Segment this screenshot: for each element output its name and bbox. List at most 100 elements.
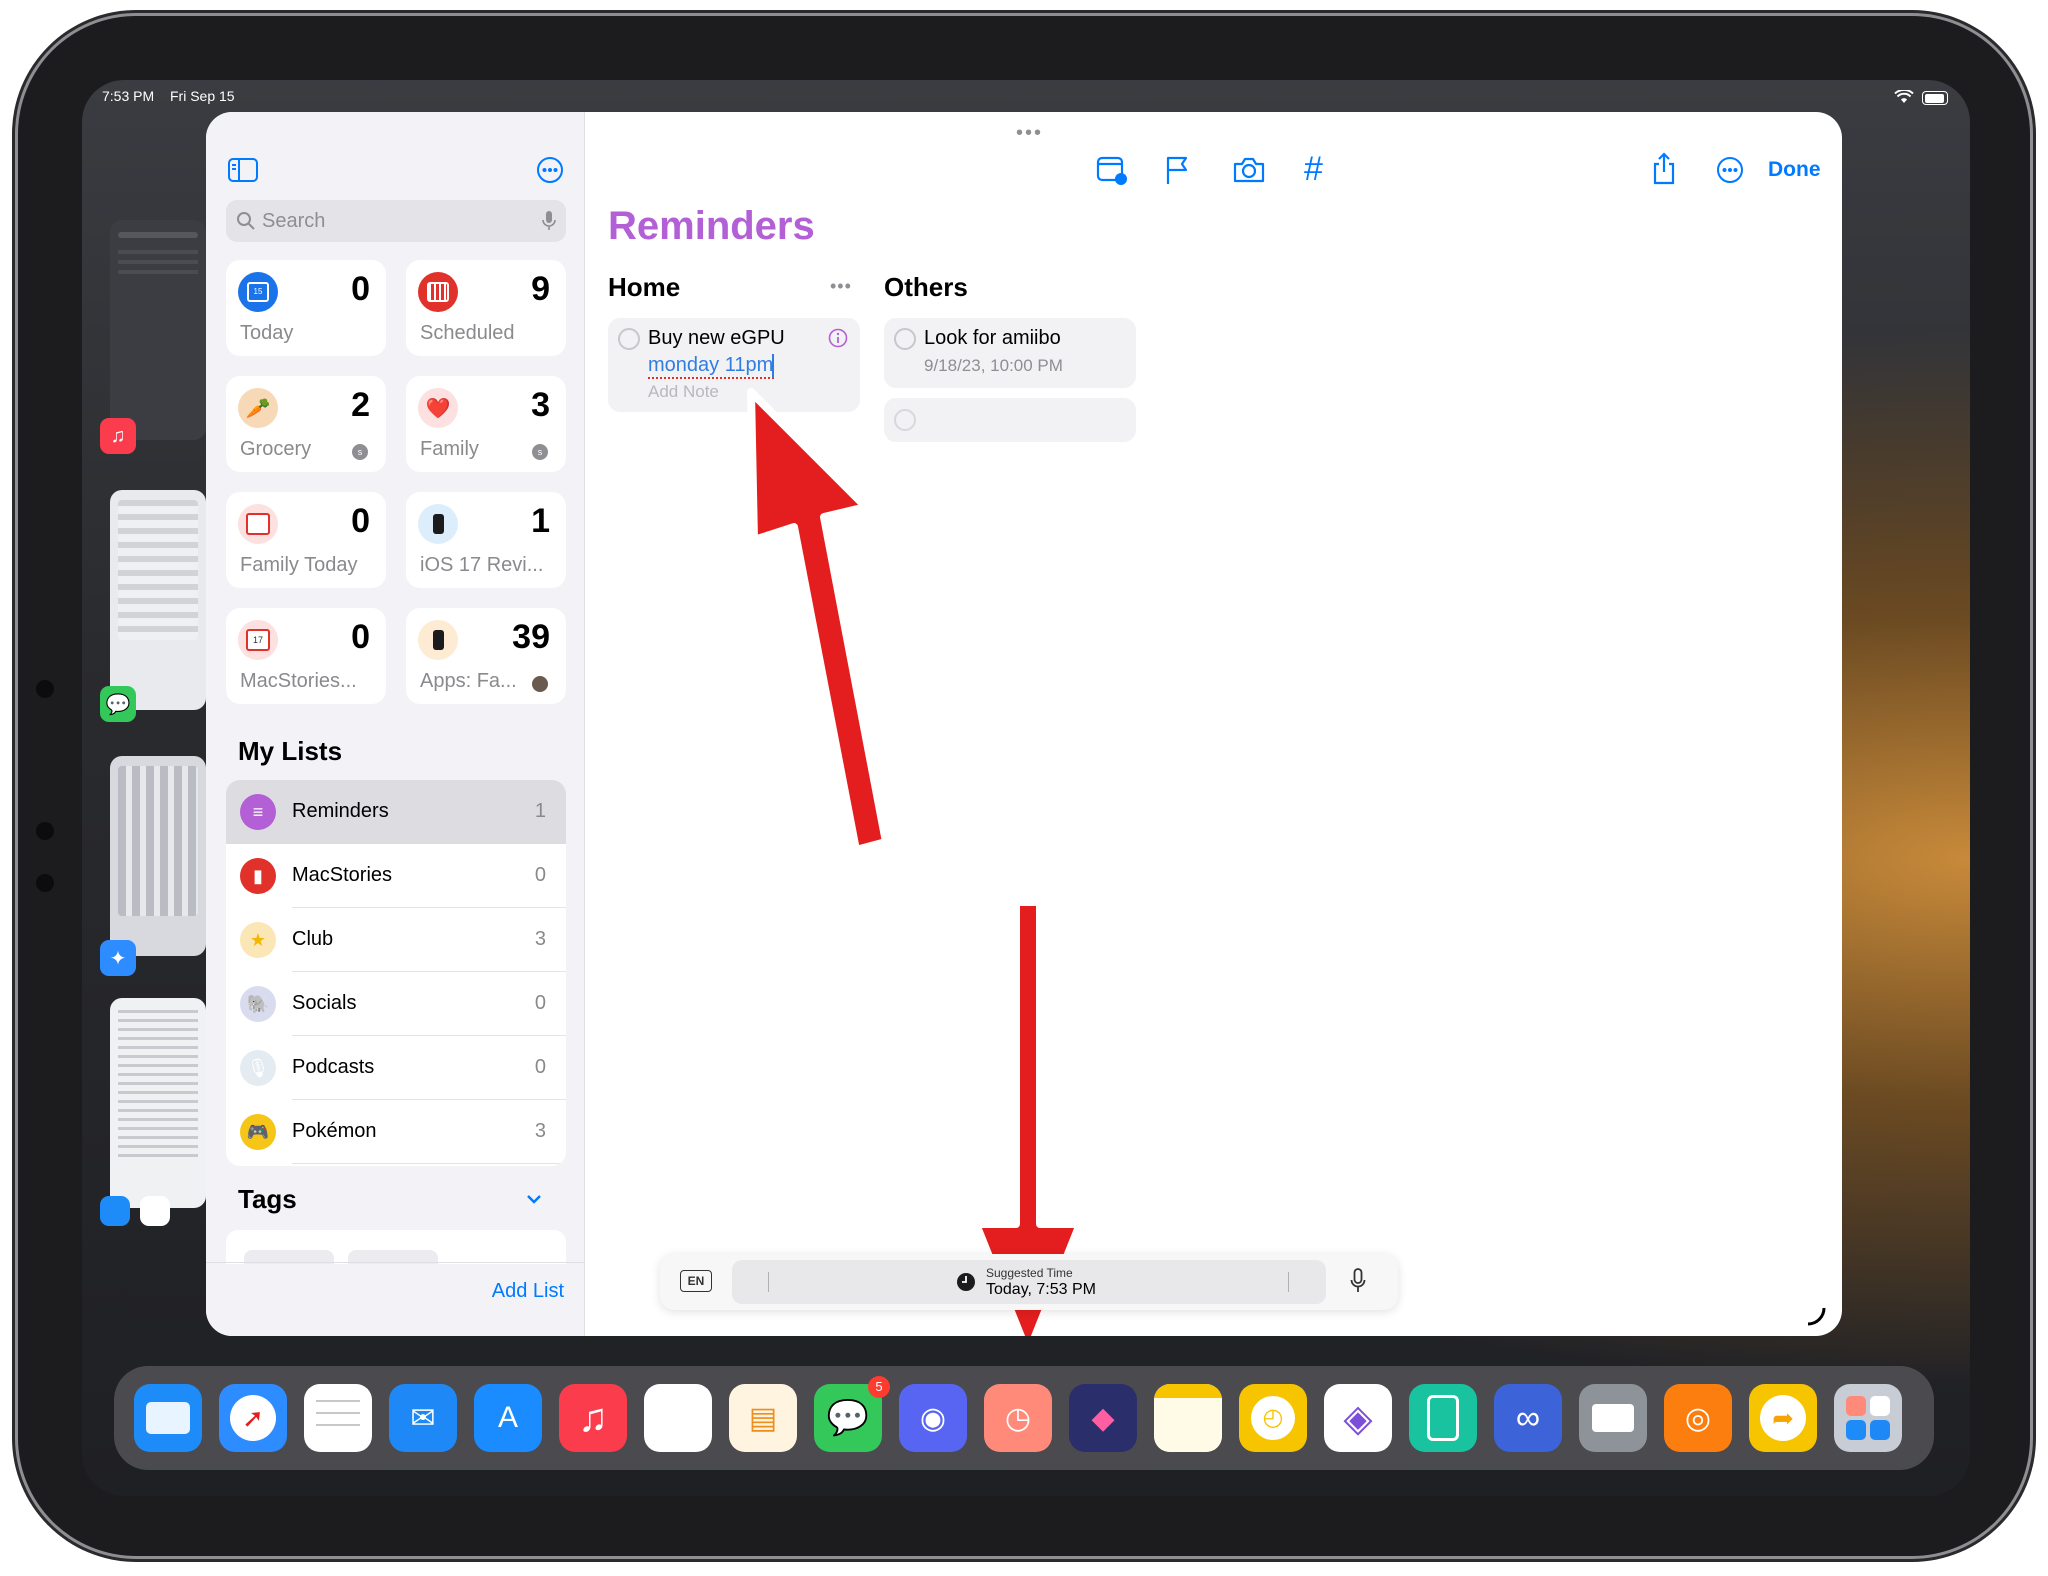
reminder-date-input[interactable]: monday 11pm: [648, 354, 775, 379]
smart-list-scheduled[interactable]: 9 Scheduled: [406, 260, 566, 356]
window-handle[interactable]: •••: [1016, 122, 1043, 145]
reminders-app-icon[interactable]: [304, 1384, 372, 1452]
smart-list-family-today[interactable]: 0 Family Today: [226, 492, 386, 588]
list-count: 0: [534, 992, 546, 1014]
more-options-icon[interactable]: [1716, 156, 1744, 184]
carrot-icon: 🥕: [238, 388, 278, 428]
calendar-alert-icon: [238, 504, 278, 544]
podcast-app-icon[interactable]: ◎: [1664, 1384, 1732, 1452]
reminder-date: 9/18/23, 10:00 PM: [924, 356, 1063, 375]
reminder-card[interactable]: Look for amiibo 9/18/23, 10:00 PM: [884, 318, 1136, 388]
camera-icon[interactable]: [1232, 156, 1266, 184]
smart-list-macstories[interactable]: 17 0 MacStories...: [226, 608, 386, 704]
tags-panel: [226, 1230, 566, 1264]
list-item-podcasts[interactable]: 🎙 Podcasts 0: [226, 1036, 566, 1100]
camera-dot: [36, 822, 54, 840]
safari-app-icon[interactable]: ➚: [219, 1384, 287, 1452]
clock-icon: [957, 1273, 975, 1291]
calendar-icon: 15: [238, 272, 278, 312]
stage-window-thumbnail[interactable]: [110, 220, 206, 440]
list-item-socials[interactable]: 🐘 Socials 0: [226, 972, 566, 1036]
notes-app-icon[interactable]: [1154, 1384, 1222, 1452]
smart-list-label: Scheduled: [420, 322, 515, 344]
discord-app-icon[interactable]: ◉: [899, 1384, 967, 1452]
safari-app-icon[interactable]: ✦: [100, 940, 136, 976]
speech-app-icon[interactable]: ▤: [729, 1384, 797, 1452]
files-app-icon[interactable]: [100, 1196, 130, 1226]
files-app-icon[interactable]: [134, 1384, 202, 1452]
done-button[interactable]: Done: [1768, 158, 1821, 182]
app-library-icon[interactable]: [1834, 1384, 1902, 1452]
calendar-17-icon: 17: [238, 620, 278, 660]
my-lists-heading: My Lists: [238, 736, 343, 766]
clock-app-icon[interactable]: ◴: [1239, 1384, 1307, 1452]
app-store-icon[interactable]: A: [474, 1384, 542, 1452]
mail-app-icon[interactable]: ✉: [389, 1384, 457, 1452]
stage-window-thumbnail[interactable]: [110, 756, 206, 956]
suggestion-strip[interactable]: Suggested Time Today, 7:53 PM: [732, 1260, 1326, 1304]
column-more-icon[interactable]: •••: [830, 276, 852, 297]
smart-list-count: 2: [351, 386, 370, 424]
display-app-icon[interactable]: [1579, 1384, 1647, 1452]
smart-list-label: Apps: Fa...: [420, 670, 517, 692]
music-app-icon[interactable]: ♫: [559, 1384, 627, 1452]
obsidian-app-icon[interactable]: ◈: [1324, 1384, 1392, 1452]
stage-window-thumbnail[interactable]: [110, 490, 206, 710]
camera-dot: [36, 874, 54, 892]
smart-list-apps[interactable]: 39 Apps: Fa...: [406, 608, 566, 704]
shared-icon: s: [352, 444, 368, 460]
messages-app-icon[interactable]: 💬: [100, 686, 136, 722]
shortcuts-app-icon[interactable]: ◆: [1069, 1384, 1137, 1452]
list-item-reminders[interactable]: ≡ Reminders 1: [226, 780, 566, 844]
star-icon: ★: [240, 922, 276, 958]
smart-list-count: 9: [531, 270, 550, 308]
share-icon[interactable]: [1650, 152, 1678, 186]
bookmark-icon: ▮: [240, 858, 276, 894]
smart-list-family[interactable]: ❤️ 3 Family s: [406, 376, 566, 472]
microphone-icon[interactable]: [542, 210, 556, 232]
smart-list-ios17[interactable]: 1 iOS 17 Revi...: [406, 492, 566, 588]
smart-list-count: 0: [351, 618, 370, 656]
list-item-pokemon[interactable]: 🎮 Pokémon 3: [226, 1100, 566, 1164]
list-item-club[interactable]: ★ Club 3: [226, 908, 566, 972]
smart-list-label: Family: [420, 438, 479, 460]
new-reminder-row[interactable]: [884, 398, 1136, 442]
hashtag-icon[interactable]: #: [1304, 150, 1323, 189]
timer-app-icon[interactable]: ◷: [984, 1384, 1052, 1452]
suggestion-value[interactable]: Today, 7:53 PM: [986, 1281, 1096, 1299]
list-item-macstories[interactable]: ▮ MacStories 0: [226, 844, 566, 908]
list-bullet-icon: ≡: [240, 794, 276, 830]
list-count: 0: [534, 864, 546, 886]
info-icon[interactable]: [828, 328, 848, 348]
suggestion-label: Suggested Time: [986, 1266, 1073, 1280]
tags-heading: Tags: [238, 1184, 297, 1214]
more-options-icon[interactable]: [536, 156, 564, 184]
forward-app-icon[interactable]: ➦: [1749, 1384, 1817, 1452]
smart-list-count: 39: [512, 618, 550, 656]
keyboard-language-button[interactable]: EN: [680, 1270, 712, 1292]
photos-app-icon[interactable]: ✿: [644, 1384, 712, 1452]
smart-list-label: MacStories...: [240, 670, 357, 692]
resize-handle[interactable]: [1806, 1306, 1826, 1326]
photos-app-icon[interactable]: [140, 1196, 170, 1226]
smart-list-today[interactable]: 15 0 Today: [226, 260, 386, 356]
sidebar-toggle-icon[interactable]: [228, 158, 258, 182]
link-app-icon[interactable]: ∞: [1494, 1384, 1562, 1452]
music-app-icon[interactable]: ♫: [100, 418, 136, 454]
chevron-down-icon[interactable]: [526, 1194, 542, 1204]
list-name: Podcasts: [292, 1056, 375, 1078]
stage-window-thumbnail[interactable]: [110, 998, 206, 1208]
tablet-app-icon[interactable]: [1409, 1384, 1477, 1452]
reminder-checkbox[interactable]: [894, 328, 916, 350]
reminder-checkbox[interactable]: [618, 328, 640, 350]
search-field[interactable]: Search: [226, 200, 566, 242]
smart-list-grocery[interactable]: 🥕 2 Grocery s: [226, 376, 386, 472]
list-count: 1: [534, 800, 546, 822]
shared-icon: s: [532, 444, 548, 460]
add-list-button[interactable]: Add List: [492, 1280, 564, 1303]
list-name: Socials: [292, 992, 357, 1014]
smart-list-count: 0: [351, 270, 370, 308]
flag-icon[interactable]: [1164, 154, 1192, 186]
date-picker-icon[interactable]: [1096, 154, 1128, 186]
dictation-microphone-icon[interactable]: [1350, 1268, 1366, 1294]
